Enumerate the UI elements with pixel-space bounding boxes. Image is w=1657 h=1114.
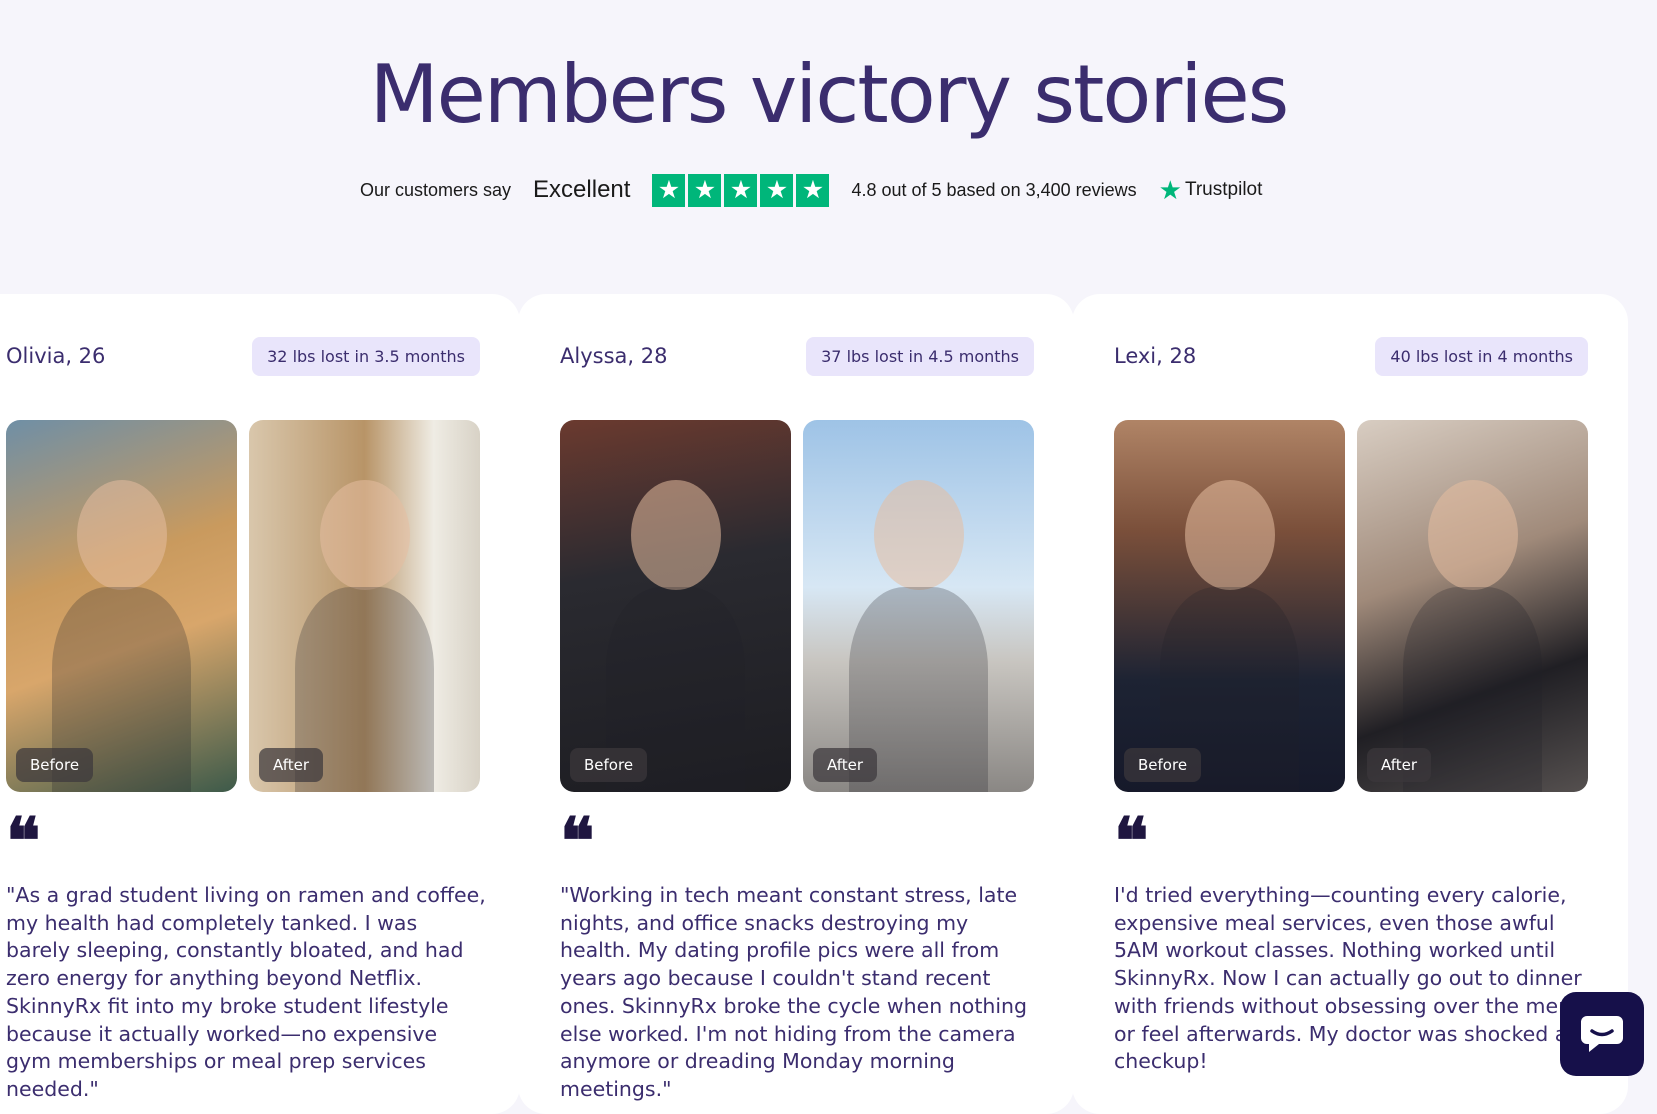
testimonial-text: "Working in tech meant constant stress, … [560,883,1028,1101]
trustpilot-stars: ★ ★ ★ ★ ★ [652,173,830,207]
star-icon: ★ [652,173,686,207]
story-card: Olivia, 26 32 lbs lost in 3.5 months Bef… [0,294,520,1114]
before-label: Before [1124,748,1202,782]
quote-icon: ❝ [1114,804,1149,879]
before-label: Before [570,748,648,782]
after-label: After [1367,748,1432,782]
before-label: Before [16,748,94,782]
before-after-photos: Before After [1114,420,1588,792]
story-card: Lexi, 28 40 lbs lost in 4 months Before … [1072,294,1628,1114]
before-photo: Before [6,420,237,792]
member-name: Alyssa, 28 [560,344,668,368]
after-photo: After [249,420,480,792]
testimonial-text: "As a grad student living on ramen and c… [6,883,486,1101]
after-photo: After [803,420,1034,792]
trustpilot-customers-say: Our customers say [360,179,512,200]
result-badge: 37 lbs lost in 4.5 months [806,336,1034,376]
story-card-header: Alyssa, 28 37 lbs lost in 4.5 months [560,336,1034,376]
star-icon: ★ [760,173,794,207]
quote-icon: ❝ [560,804,595,879]
before-photo: Before [1114,420,1345,792]
trustpilot-logo-text: Trustpilot [1184,179,1263,200]
section-heading: Members victory stories [369,48,1290,141]
after-label: After [259,748,324,782]
testimonial-text: I'd tried everything—counting every calo… [1114,883,1591,1074]
chat-launcher-button[interactable] [1560,992,1644,1076]
trustpilot-logo[interactable]: ★ Trustpilot [1159,177,1263,203]
story-card-header: Olivia, 26 32 lbs lost in 3.5 months [6,336,480,376]
result-badge: 40 lbs lost in 4 months [1375,336,1588,376]
trustpilot-widget[interactable]: Our customers say Excellent ★ ★ ★ ★ ★ 4.… [360,172,1262,208]
star-icon: ★ [724,173,758,207]
story-card-header: Lexi, 28 40 lbs lost in 4 months [1114,336,1588,376]
after-label: After [813,748,878,782]
member-name: Olivia, 26 [6,344,106,368]
before-photo: Before [560,420,791,792]
quote-icon: ❝ [6,804,41,879]
result-badge: 32 lbs lost in 3.5 months [252,336,480,376]
before-after-photos: Before After [560,420,1034,792]
after-photo: After [1357,420,1588,792]
chat-bubble-icon [1581,1016,1623,1052]
trustpilot-rating-text: 4.8 out of 5 based on 3,400 reviews [851,179,1137,200]
star-icon: ★ [796,173,830,207]
star-icon: ★ [688,173,722,207]
story-card: Alyssa, 28 37 lbs lost in 4.5 months Bef… [518,294,1074,1114]
member-name: Lexi, 28 [1114,344,1197,368]
trustpilot-rating-word: Excellent [533,176,631,203]
before-after-photos: Before After [6,420,480,792]
trustpilot-star-icon: ★ [1158,175,1182,205]
